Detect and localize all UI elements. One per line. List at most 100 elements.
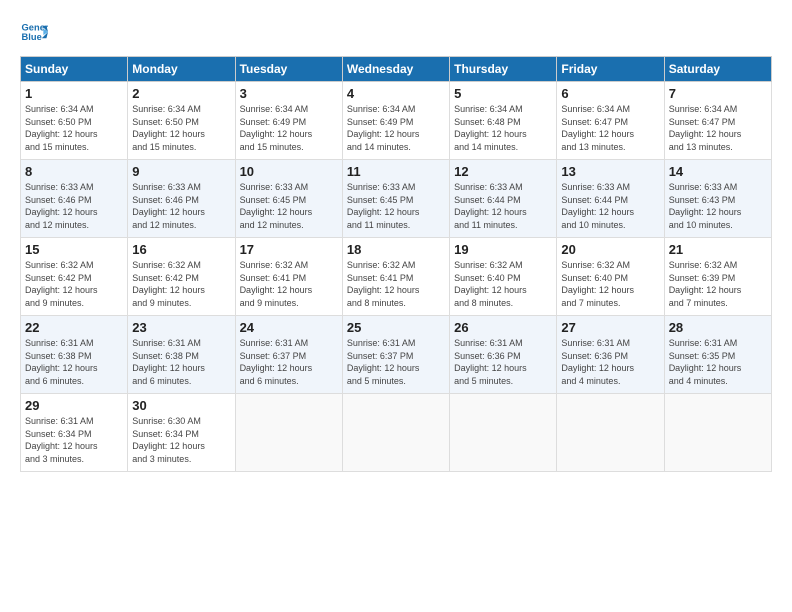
day-number: 1 bbox=[25, 86, 123, 101]
logo-icon: General Blue bbox=[20, 18, 48, 46]
day-info: Sunrise: 6:32 AMSunset: 6:39 PMDaylight:… bbox=[669, 259, 767, 309]
svg-text:Blue: Blue bbox=[22, 32, 42, 42]
day-number: 5 bbox=[454, 86, 552, 101]
day-number: 17 bbox=[240, 242, 338, 257]
day-number: 9 bbox=[132, 164, 230, 179]
day-info: Sunrise: 6:31 AMSunset: 6:38 PMDaylight:… bbox=[132, 337, 230, 387]
day-number: 29 bbox=[25, 398, 123, 413]
day-info: Sunrise: 6:32 AMSunset: 6:42 PMDaylight:… bbox=[25, 259, 123, 309]
day-number: 24 bbox=[240, 320, 338, 335]
calendar-cell: 21 Sunrise: 6:32 AMSunset: 6:39 PMDayligh… bbox=[664, 238, 771, 316]
calendar-cell: 8 Sunrise: 6:33 AMSunset: 6:46 PMDaylight… bbox=[21, 160, 128, 238]
day-info: Sunrise: 6:33 AMSunset: 6:46 PMDaylight:… bbox=[25, 181, 123, 231]
day-header-tuesday: Tuesday bbox=[235, 57, 342, 82]
calendar-cell bbox=[235, 394, 342, 472]
day-number: 20 bbox=[561, 242, 659, 257]
week-row-3: 15 Sunrise: 6:32 AMSunset: 6:42 PMDayligh… bbox=[21, 238, 772, 316]
day-header-sunday: Sunday bbox=[21, 57, 128, 82]
day-header-friday: Friday bbox=[557, 57, 664, 82]
calendar-cell: 1Sunrise: 6:34 AMSunset: 6:50 PMDaylight… bbox=[21, 82, 128, 160]
day-info: Sunrise: 6:32 AMSunset: 6:40 PMDaylight:… bbox=[561, 259, 659, 309]
calendar-cell: 6 Sunrise: 6:34 AMSunset: 6:47 PMDaylight… bbox=[557, 82, 664, 160]
calendar-cell: 26 Sunrise: 6:31 AMSunset: 6:36 PMDayligh… bbox=[450, 316, 557, 394]
calendar-cell: 22 Sunrise: 6:31 AMSunset: 6:38 PMDayligh… bbox=[21, 316, 128, 394]
day-info: Sunrise: 6:34 AMSunset: 6:47 PMDaylight:… bbox=[561, 103, 659, 153]
calendar-cell: 25Sunrise: 6:31 AMSunset: 6:37 PMDayligh… bbox=[342, 316, 449, 394]
calendar-cell: 24Sunrise: 6:31 AMSunset: 6:37 PMDayligh… bbox=[235, 316, 342, 394]
days-header-row: SundayMondayTuesdayWednesdayThursdayFrid… bbox=[21, 57, 772, 82]
week-row-2: 8 Sunrise: 6:33 AMSunset: 6:46 PMDaylight… bbox=[21, 160, 772, 238]
day-info: Sunrise: 6:33 AMSunset: 6:44 PMDaylight:… bbox=[561, 181, 659, 231]
calendar-cell: 15 Sunrise: 6:32 AMSunset: 6:42 PMDayligh… bbox=[21, 238, 128, 316]
day-number: 27 bbox=[561, 320, 659, 335]
calendar-cell bbox=[450, 394, 557, 472]
day-info: Sunrise: 6:33 AMSunset: 6:43 PMDaylight:… bbox=[669, 181, 767, 231]
day-number: 26 bbox=[454, 320, 552, 335]
calendar-cell bbox=[557, 394, 664, 472]
calendar-cell: 28 Sunrise: 6:31 AMSunset: 6:35 PMDayligh… bbox=[664, 316, 771, 394]
day-info: Sunrise: 6:33 AMSunset: 6:45 PMDaylight:… bbox=[240, 181, 338, 231]
calendar-table: SundayMondayTuesdayWednesdayThursdayFrid… bbox=[20, 56, 772, 472]
day-number: 14 bbox=[669, 164, 767, 179]
day-number: 7 bbox=[669, 86, 767, 101]
calendar-cell: 29 Sunrise: 6:31 AMSunset: 6:34 PMDayligh… bbox=[21, 394, 128, 472]
calendar-cell: 23 Sunrise: 6:31 AMSunset: 6:38 PMDayligh… bbox=[128, 316, 235, 394]
week-row-1: 1 Sunrise: 6:34 AMSunset: 6:50 PMDaylight… bbox=[21, 82, 772, 160]
calendar-cell: 5 Sunrise: 6:34 AMSunset: 6:48 PMDaylight… bbox=[450, 82, 557, 160]
day-number: 2 bbox=[132, 86, 230, 101]
day-info: Sunrise: 6:31 AMSunset: 6:34 PMDaylight:… bbox=[25, 415, 123, 465]
day-info: Sunrise: 6:31 AMSunset: 6:38 PMDaylight:… bbox=[25, 337, 123, 387]
calendar-cell: 2 Sunrise: 6:34 AMSunset: 6:50 PMDaylight… bbox=[128, 82, 235, 160]
day-info: Sunrise: 6:34 AMSunset: 6:49 PMDaylight:… bbox=[240, 103, 338, 153]
logo: General Blue bbox=[20, 18, 52, 46]
day-number: 13 bbox=[561, 164, 659, 179]
calendar-cell: 20 Sunrise: 6:32 AMSunset: 6:40 PMDayligh… bbox=[557, 238, 664, 316]
day-number: 8 bbox=[25, 164, 123, 179]
day-number: 4 bbox=[347, 86, 445, 101]
day-info: Sunrise: 6:34 AMSunset: 6:50 PMDaylight:… bbox=[132, 103, 230, 153]
calendar-cell: 30 Sunrise: 6:30 AMSunset: 6:34 PMDayligh… bbox=[128, 394, 235, 472]
day-number: 23 bbox=[132, 320, 230, 335]
week-row-4: 22 Sunrise: 6:31 AMSunset: 6:38 PMDayligh… bbox=[21, 316, 772, 394]
calendar-cell: 12Sunrise: 6:33 AMSunset: 6:44 PMDayligh… bbox=[450, 160, 557, 238]
calendar-cell: 10 Sunrise: 6:33 AMSunset: 6:45 PMDayligh… bbox=[235, 160, 342, 238]
day-info: Sunrise: 6:31 AMSunset: 6:36 PMDaylight:… bbox=[454, 337, 552, 387]
day-info: Sunrise: 6:31 AMSunset: 6:35 PMDaylight:… bbox=[669, 337, 767, 387]
day-info: Sunrise: 6:34 AMSunset: 6:48 PMDaylight:… bbox=[454, 103, 552, 153]
day-header-wednesday: Wednesday bbox=[342, 57, 449, 82]
day-number: 16 bbox=[132, 242, 230, 257]
day-number: 28 bbox=[669, 320, 767, 335]
day-number: 19 bbox=[454, 242, 552, 257]
calendar-cell bbox=[342, 394, 449, 472]
day-header-thursday: Thursday bbox=[450, 57, 557, 82]
day-number: 10 bbox=[240, 164, 338, 179]
calendar-cell: 11 Sunrise: 6:33 AMSunset: 6:45 PMDayligh… bbox=[342, 160, 449, 238]
day-info: Sunrise: 6:34 AMSunset: 6:47 PMDaylight:… bbox=[669, 103, 767, 153]
calendar-cell: 16 Sunrise: 6:32 AMSunset: 6:42 PMDayligh… bbox=[128, 238, 235, 316]
day-info: Sunrise: 6:33 AMSunset: 6:45 PMDaylight:… bbox=[347, 181, 445, 231]
day-number: 11 bbox=[347, 164, 445, 179]
day-number: 21 bbox=[669, 242, 767, 257]
calendar-cell: 27Sunrise: 6:31 AMSunset: 6:36 PMDayligh… bbox=[557, 316, 664, 394]
day-header-saturday: Saturday bbox=[664, 57, 771, 82]
calendar-cell: 13 Sunrise: 6:33 AMSunset: 6:44 PMDayligh… bbox=[557, 160, 664, 238]
day-number: 6 bbox=[561, 86, 659, 101]
day-info: Sunrise: 6:30 AMSunset: 6:34 PMDaylight:… bbox=[132, 415, 230, 465]
day-number: 15 bbox=[25, 242, 123, 257]
day-info: Sunrise: 6:32 AMSunset: 6:42 PMDaylight:… bbox=[132, 259, 230, 309]
calendar-cell: 17Sunrise: 6:32 AMSunset: 6:41 PMDayligh… bbox=[235, 238, 342, 316]
day-info: Sunrise: 6:33 AMSunset: 6:44 PMDaylight:… bbox=[454, 181, 552, 231]
day-info: Sunrise: 6:32 AMSunset: 6:40 PMDaylight:… bbox=[454, 259, 552, 309]
day-number: 22 bbox=[25, 320, 123, 335]
day-number: 18 bbox=[347, 242, 445, 257]
day-info: Sunrise: 6:33 AMSunset: 6:46 PMDaylight:… bbox=[132, 181, 230, 231]
page: General Blue SundayMondayTuesdayWednesda… bbox=[0, 0, 792, 612]
calendar-cell: 3Sunrise: 6:34 AMSunset: 6:49 PMDaylight… bbox=[235, 82, 342, 160]
calendar-cell: 7 Sunrise: 6:34 AMSunset: 6:47 PMDaylight… bbox=[664, 82, 771, 160]
day-number: 30 bbox=[132, 398, 230, 413]
calendar-cell: 18 Sunrise: 6:32 AMSunset: 6:41 PMDayligh… bbox=[342, 238, 449, 316]
header: General Blue bbox=[20, 18, 772, 46]
calendar-cell bbox=[664, 394, 771, 472]
day-info: Sunrise: 6:32 AMSunset: 6:41 PMDaylight:… bbox=[347, 259, 445, 309]
day-header-monday: Monday bbox=[128, 57, 235, 82]
